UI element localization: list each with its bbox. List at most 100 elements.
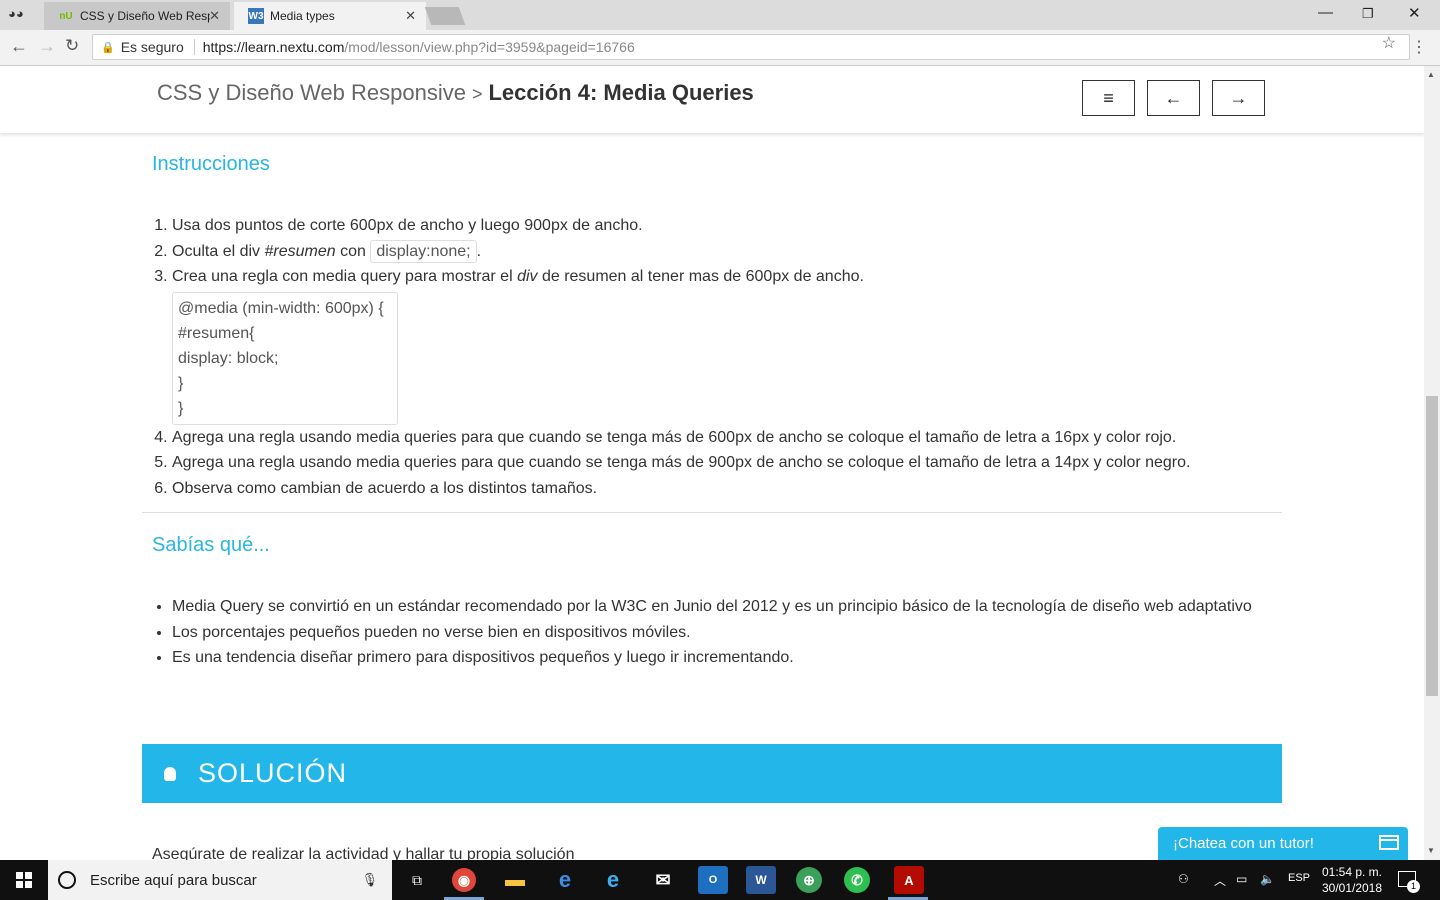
new-tab-button[interactable] <box>424 7 466 25</box>
list-item: Crea una regla con media query para most… <box>172 264 1252 425</box>
profile-icon[interactable]: ◕◕ <box>8 6 24 21</box>
outlook-icon[interactable]: O <box>698 866 728 894</box>
step-text: Usa dos puntos de corte 600px de ancho y… <box>172 217 643 234</box>
internet-explorer-icon[interactable]: e <box>598 866 628 894</box>
step-text: con <box>335 242 371 260</box>
solution-title: SOLUCIÓN <box>198 758 348 788</box>
solution-banner: SOLUCIÓN <box>142 744 1282 803</box>
step-emphasis: div <box>517 268 538 285</box>
step-text: Observa como cambian de acuerdo a los di… <box>172 479 598 497</box>
chat-with-tutor-button[interactable]: ¡Chatea con un tutor! <box>1158 827 1408 860</box>
step-emphasis: #resumen <box>264 242 336 260</box>
breadcrumb-lesson: Lección 4: Media Queries <box>488 80 754 105</box>
url-host: https://learn.nextu.com <box>202 39 345 55</box>
arrow-left-icon: ← <box>1164 87 1183 108</box>
whatsapp-icon[interactable]: ✆ <box>844 867 870 893</box>
app-globe-icon[interactable]: ⊕ <box>796 867 822 893</box>
w3schools-favicon-icon: W3 <box>248 8 264 24</box>
step-text: . <box>476 242 482 260</box>
clock-time: 01:54 p. m. <box>1321 865 1383 879</box>
people-icon[interactable]: ⚇ <box>1178 872 1189 886</box>
microphone-icon[interactable]: 🎙 <box>361 872 378 888</box>
acrobat-reader-icon[interactable]: A <box>894 866 924 894</box>
tab-title: CSS y Diseño Web Respo <box>80 9 210 23</box>
step-text: Oculta el div <box>172 242 265 260</box>
forward-icon[interactable]: → <box>38 36 56 57</box>
page-scrollbar[interactable]: ▲ ▼ <box>1424 66 1440 860</box>
facts-list: Media Query se convirtió en un estándar … <box>152 594 1252 671</box>
next-page-button[interactable]: → <box>1212 80 1265 116</box>
menu-icon: ≡ <box>1103 87 1114 108</box>
taskbar-search-box[interactable]: Escribe aquí para buscar 🎙 <box>48 860 392 900</box>
step-text: de resumen al tener mas de 600px de anch… <box>537 268 864 285</box>
section-divider <box>142 512 1282 513</box>
mail-icon[interactable]: ✉ <box>648 866 678 894</box>
list-item: Agrega una regla usando media queries pa… <box>172 450 1252 476</box>
code-block: @media (min-width: 600px) { #resumen{ di… <box>172 291 398 425</box>
step-text: Crea una regla con media query para most… <box>172 268 518 285</box>
list-item: Es una tendencia diseñar primero para di… <box>172 645 1252 671</box>
restore-icon[interactable]: ❐ <box>1362 6 1374 22</box>
volume-icon[interactable]: 🔈 <box>1260 872 1275 886</box>
inline-code: display:none; <box>370 239 477 263</box>
web-page: CSS y Diseño Web Responsive > Lección 4: M… <box>0 66 1424 860</box>
address-bar[interactable]: 🔒 Es seguro https://learn.nextu.com/mod/… <box>92 34 1410 60</box>
notification-count-badge: 1 <box>1407 880 1420 893</box>
browser-tab-strip: ◕◕ nU CSS y Diseño Web Respo ✕ W3 Media … <box>0 0 1440 30</box>
breadcrumb: CSS y Diseño Web Responsive > Lección 4: M… <box>157 80 754 106</box>
breadcrumb-course-link[interactable]: CSS y Diseño Web Responsive <box>157 80 466 105</box>
list-item: Observa como cambian de acuerdo a los di… <box>172 476 1252 502</box>
list-item: Media Query se convirtió en un estándar … <box>172 594 1252 620</box>
lightbulb-icon <box>164 766 176 781</box>
minimize-icon[interactable]: — <box>1318 4 1333 21</box>
bookmark-star-icon[interactable]: ☆ <box>1382 33 1396 53</box>
step-text: Agrega una regla usando media queries pa… <box>172 428 1177 446</box>
list-item: Agrega una regla usando media queries pa… <box>172 425 1252 451</box>
close-tab-icon[interactable]: ✕ <box>405 8 416 24</box>
system-clock[interactable]: 01:54 p. m. 30/01/2018 <box>1314 864 1390 896</box>
step-text: Agrega una regla usando media queries pa… <box>172 454 1191 471</box>
list-item: Oculta el div #resumen con display:none;… <box>172 239 1252 265</box>
scrollbar-thumb[interactable] <box>1426 396 1438 696</box>
previous-page-button[interactable]: ← <box>1147 80 1200 116</box>
file-explorer-icon[interactable]: ▬ <box>500 866 530 894</box>
search-placeholder: Escribe aquí para buscar <box>90 871 257 889</box>
tab-title: Media types <box>270 9 335 23</box>
chrome-icon[interactable]: ◉ <box>452 868 476 892</box>
chat-label: ¡Chatea con un tutor! <box>1173 835 1314 852</box>
close-window-icon[interactable]: ✕ <box>1408 4 1421 22</box>
scroll-up-icon[interactable]: ▲ <box>1427 70 1435 79</box>
windows-taskbar: Escribe aquí para buscar 🎙 ⧉ ◉ ▬ e e ✉ O… <box>0 860 1440 900</box>
word-icon[interactable]: W <box>746 866 776 894</box>
network-icon[interactable]: ▭ <box>1236 872 1247 886</box>
tab-course[interactable]: nU CSS y Diseño Web Respo ✕ <box>44 2 230 30</box>
facts-heading: Sabías qué... <box>152 534 270 556</box>
cortana-icon <box>58 871 76 889</box>
instructions-heading: Instrucciones <box>152 153 270 175</box>
url-path: /mod/lesson/view.php?id=3959&pageid=1676… <box>344 39 635 55</box>
chat-window-icon <box>1379 835 1399 850</box>
show-hidden-icons-icon[interactable]: ︿ <box>1214 872 1226 889</box>
windows-start-icon[interactable] <box>16 872 32 888</box>
browser-menu-icon[interactable]: ⋮ <box>1411 37 1427 57</box>
arrow-right-icon: → <box>1229 87 1248 108</box>
browser-toolbar: ← → ↻ 🔒 Es seguro https://learn.nextu.co… <box>0 30 1440 66</box>
solution-text: Asegúrate de realizar la actividad y hal… <box>152 846 575 860</box>
lock-icon: 🔒 <box>101 41 115 54</box>
edge-icon[interactable]: e <box>550 866 580 894</box>
back-icon[interactable]: ← <box>10 36 28 57</box>
breadcrumb-separator: > <box>471 84 483 104</box>
menu-button[interactable]: ≡ <box>1082 80 1135 116</box>
clock-date: 30/01/2018 <box>1321 881 1383 895</box>
task-view-icon[interactable]: ⧉ <box>402 866 432 894</box>
reload-icon[interactable]: ↻ <box>65 36 79 56</box>
security-label[interactable]: Es seguro <box>121 39 195 55</box>
list-item: Los porcentajes pequeños pueden no verse… <box>172 620 1252 646</box>
lesson-header: CSS y Diseño Web Responsive > Lección 4: M… <box>0 66 1424 133</box>
instructions-list: Usa dos puntos de corte 600px de ancho y… <box>152 213 1252 501</box>
tab-media-types[interactable]: W3 Media types ✕ <box>234 2 426 30</box>
nextu-favicon-icon: nU <box>59 10 73 22</box>
scroll-down-icon[interactable]: ▼ <box>1427 846 1435 855</box>
close-tab-icon[interactable]: ✕ <box>209 8 220 24</box>
input-language[interactable]: ESP <box>1288 872 1310 884</box>
